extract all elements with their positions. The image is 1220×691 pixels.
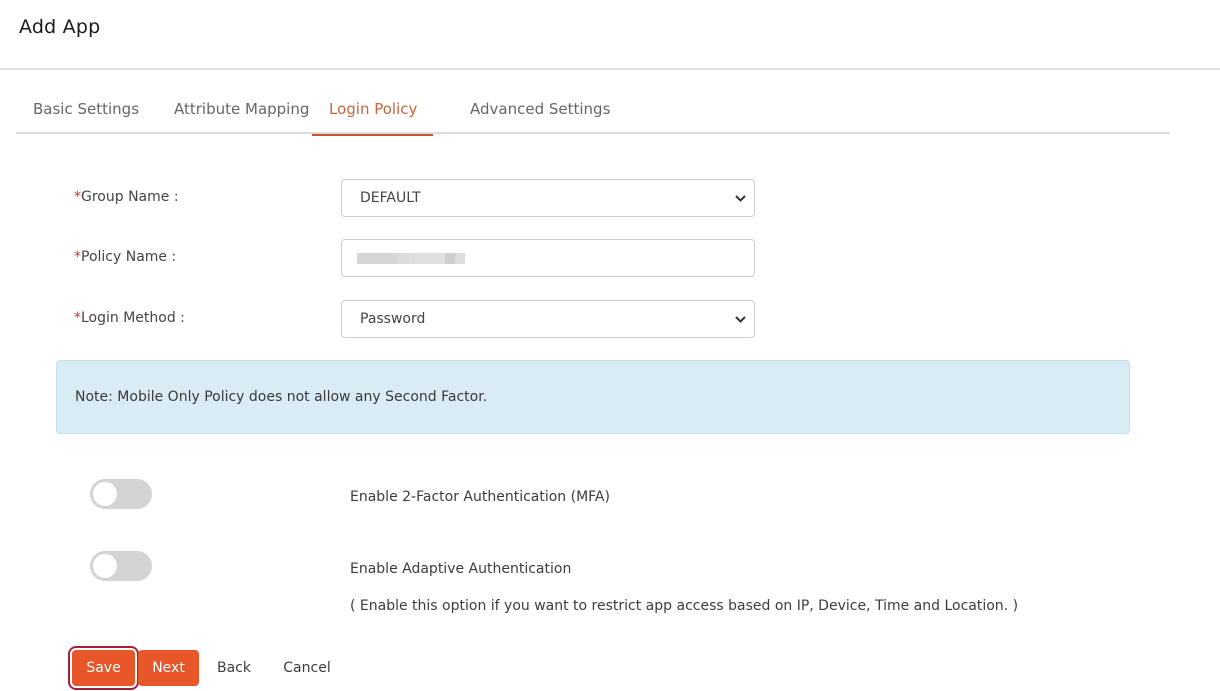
page-title: Add App [19, 16, 101, 38]
login-method-select[interactable]: Password [341, 300, 755, 338]
cancel-button[interactable]: Cancel [274, 650, 340, 686]
tab-attribute-mapping[interactable]: Attribute Mapping [174, 90, 309, 134]
required-marker: * [74, 310, 81, 326]
group-name-select[interactable]: DEFAULT [341, 179, 755, 217]
chevron-down-icon [734, 180, 746, 216]
tab-advanced-settings[interactable]: Advanced Settings [470, 90, 610, 134]
login-method-value: Password [360, 311, 426, 327]
tab-bar: Basic Settings Attribute Mapping Login P… [16, 90, 1170, 136]
page-header: Add App [0, 0, 1220, 70]
save-button[interactable]: Save [68, 646, 139, 690]
toggle-knob [93, 554, 117, 578]
tab-login-policy-label: Login Policy [329, 100, 418, 118]
required-marker: * [74, 189, 81, 205]
adaptive-auth-toggle[interactable] [90, 551, 152, 581]
policy-name-input[interactable] [341, 239, 755, 277]
toggle-knob [93, 482, 117, 506]
redacted-value [357, 253, 477, 264]
tab-login-policy[interactable]: Login Policy [312, 90, 433, 136]
adaptive-auth-hint: ( Enable this option if you want to rest… [350, 598, 1019, 614]
tab-basic-settings[interactable]: Basic Settings [33, 90, 139, 134]
policy-name-label: *Policy Name : [74, 249, 177, 265]
info-note-text: Note: Mobile Only Policy does not allow … [75, 389, 488, 405]
chevron-down-icon [734, 301, 746, 337]
login-method-label: *Login Method : [74, 310, 185, 326]
mfa-toggle[interactable] [90, 479, 152, 509]
back-button[interactable]: Back [208, 650, 260, 686]
group-name-value: DEFAULT [360, 190, 421, 206]
group-name-label: *Group Name : [74, 189, 179, 205]
info-note: Note: Mobile Only Policy does not allow … [56, 360, 1130, 434]
next-button[interactable]: Next [138, 650, 199, 686]
mfa-toggle-label: Enable 2-Factor Authentication (MFA) [350, 489, 610, 505]
adaptive-auth-toggle-label: Enable Adaptive Authentication [350, 561, 572, 577]
required-marker: * [74, 249, 81, 265]
